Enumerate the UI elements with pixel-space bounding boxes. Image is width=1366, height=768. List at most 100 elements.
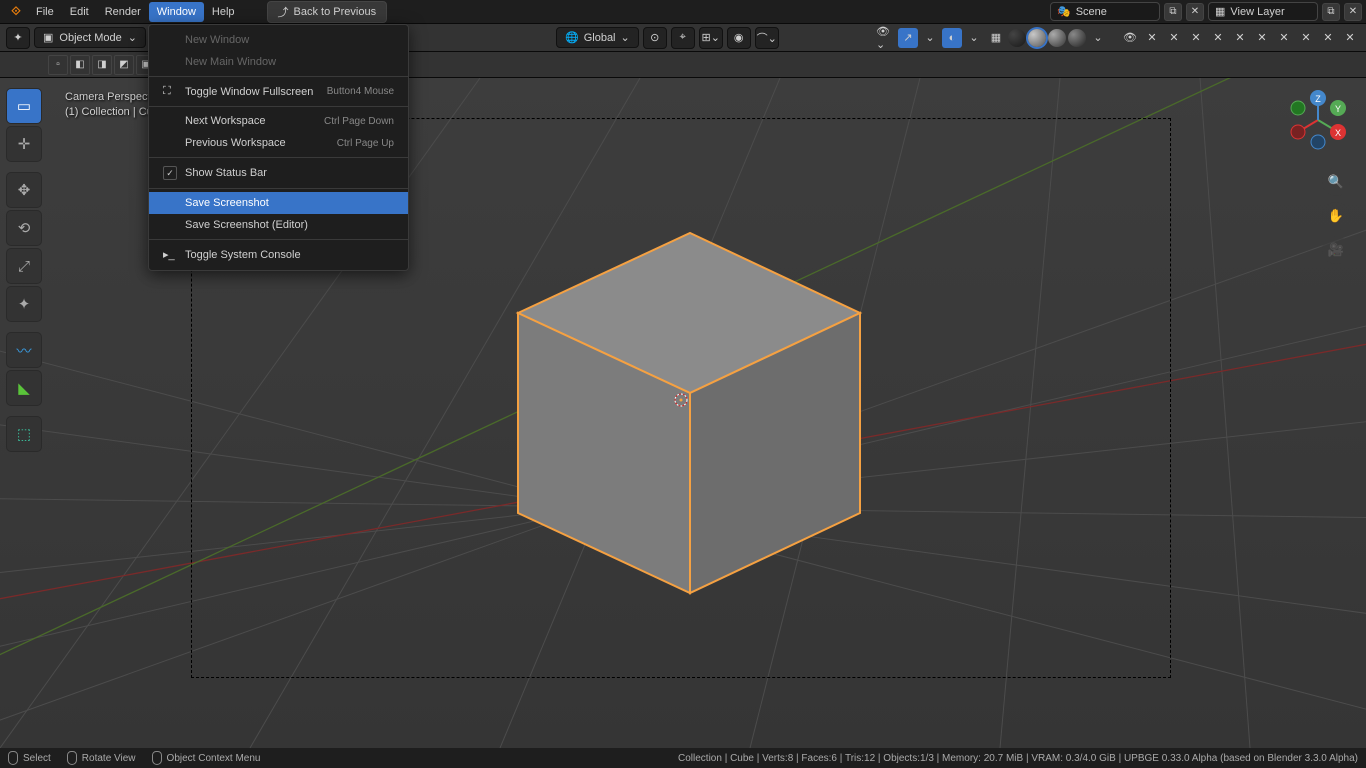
pivot-button[interactable]: ⊙ [643,27,667,49]
delete-scene-button[interactable]: ✕ [1186,3,1204,21]
svg-text:Z: Z [1315,94,1321,104]
menu-toggle-fullscreen[interactable]: ⛶Toggle Window FullscreenButton4 Mouse [149,80,408,103]
shading-rendered[interactable] [1068,29,1086,47]
proportional-toggle[interactable]: ◉ [727,27,751,49]
mouse-middle-icon [67,751,77,765]
orientation-selector[interactable]: 🌐 Global ⌄ [556,27,639,48]
menu-separator [149,157,408,158]
tool-rotate[interactable]: ⟲ [6,210,42,246]
tool-cursor[interactable]: ✛ [6,126,42,162]
new-viewlayer-button[interactable]: ⧉ [1322,3,1340,21]
snap-options[interactable]: ⊞⌄ [699,27,723,49]
gizmos-toggle[interactable]: ↗ [898,28,918,48]
fullscreen-icon: ⛶ [163,85,177,98]
viewport-eye-icon[interactable]: 👁 [1120,28,1140,48]
select-mode-2[interactable]: ◧ [70,55,90,75]
navigation-gizmo[interactable]: X Y Z [1286,88,1350,152]
menu-previous-workspace[interactable]: Previous WorkspaceCtrl Page Up [149,132,408,154]
chevron-down-icon: ⌄ [128,31,137,44]
menu-new-window[interactable]: New Window [149,29,408,51]
shading-wireframe[interactable] [1008,29,1026,47]
hand-icon: ✋ [1328,208,1344,224]
checkbox-icon [163,166,177,180]
gizmos-dropdown[interactable]: ⌄ [920,28,940,48]
left-toolbar: ▭ ✛ ✥ ⟲ ⤢ ✦ 〰 ◣ ⬚ [6,88,42,452]
select-mode-3[interactable]: ◨ [92,55,112,75]
mode-label: Object Mode [59,32,121,44]
viewlayer-icon: ▦ [1215,5,1225,18]
scene-selector[interactable]: 🎭 Scene [1050,2,1160,21]
back-to-previous-button[interactable]: ⤴ Back to Previous [267,1,388,23]
status-rotate: Rotate View [67,751,136,765]
tool-transform[interactable]: ✦ [6,286,42,322]
restriction-5[interactable]: ✕ [1230,28,1250,48]
menubar: ⟐ File Edit Render Window Help ⤴ Back to… [0,0,1366,24]
menu-toggle-console[interactable]: ▸_Toggle System Console [149,243,408,266]
console-icon: ▸_ [163,248,177,261]
menu-show-status-bar[interactable]: Show Status Bar [149,161,408,185]
svg-text:Y: Y [1335,104,1341,114]
viewlayer-name: View Layer [1230,6,1284,18]
menu-separator [149,239,408,240]
restriction-9[interactable]: ✕ [1318,28,1338,48]
tool-annotate[interactable]: 〰 [6,332,42,368]
zoom-button[interactable]: 🔍 [1322,168,1350,196]
magnify-icon: 🔍 [1328,174,1344,190]
mouse-left-icon [8,751,18,765]
window-menu-dropdown: New Window New Main Window ⛶Toggle Windo… [148,24,409,271]
select-mode-1[interactable]: ▫ [48,55,68,75]
visibility-dropdown[interactable]: 👁⌄ [876,28,896,48]
mouse-right-icon [152,751,162,765]
tool-move[interactable]: ✥ [6,172,42,208]
tool-scale[interactable]: ⤢ [6,248,42,284]
shading-preview[interactable] [1048,29,1066,47]
status-context-menu: Object Context Menu [152,751,261,765]
3d-cursor-icon [672,391,690,409]
menu-save-screenshot-editor[interactable]: Save Screenshot (Editor) [149,214,408,236]
menu-render[interactable]: Render [97,2,149,22]
return-icon: ⤴ [278,4,289,20]
restriction-7[interactable]: ✕ [1274,28,1294,48]
mode-selector[interactable]: ▣ Object Mode ⌄ [34,27,146,48]
restriction-1[interactable]: ✕ [1142,28,1162,48]
delete-viewlayer-button[interactable]: ✕ [1344,3,1362,21]
tool-add-cube[interactable]: ⬚ [6,416,42,452]
default-cube[interactable] [510,223,870,603]
snap-toggle[interactable]: ⌖ [671,27,695,49]
restriction-8[interactable]: ✕ [1296,28,1316,48]
scene-name: Scene [1076,6,1107,18]
proportional-options[interactable]: ⌒⌄ [755,27,779,49]
restriction-10[interactable]: ✕ [1340,28,1360,48]
menu-new-main-window[interactable]: New Main Window [149,51,408,73]
status-select: Select [8,751,51,765]
viewport-nav-buttons: 🔍 ✋ 🎥 [1322,168,1350,264]
tool-measure[interactable]: ◣ [6,370,42,406]
scene-icon: 🎭 [1057,5,1071,18]
object-mode-icon: ▣ [43,31,53,44]
camera-view-button[interactable]: 🎥 [1322,236,1350,264]
menu-edit[interactable]: Edit [62,2,97,22]
svg-text:X: X [1335,128,1341,138]
menu-file[interactable]: File [28,2,62,22]
menu-help[interactable]: Help [204,2,243,22]
globe-icon: 🌐 [565,31,579,44]
restriction-2[interactable]: ✕ [1164,28,1184,48]
menu-window[interactable]: Window [149,2,204,22]
shading-solid[interactable] [1028,29,1046,47]
tool-select-box[interactable]: ▭ [6,88,42,124]
new-scene-button[interactable]: ⧉ [1164,3,1182,21]
editor-type-button[interactable]: ✦ [6,27,30,49]
overlays-toggle[interactable]: ◐ [942,28,962,48]
restriction-3[interactable]: ✕ [1186,28,1206,48]
app-logo-icon: ⟐ [8,4,24,20]
restriction-6[interactable]: ✕ [1252,28,1272,48]
pan-button[interactable]: ✋ [1322,202,1350,230]
select-mode-4[interactable]: ◩ [114,55,134,75]
restriction-4[interactable]: ✕ [1208,28,1228,48]
viewlayer-selector[interactable]: ▦ View Layer [1208,2,1318,21]
menu-next-workspace[interactable]: Next WorkspaceCtrl Page Down [149,110,408,132]
xray-toggle[interactable]: ▦ [986,28,1006,48]
menu-save-screenshot[interactable]: Save Screenshot [149,192,408,214]
shading-dropdown[interactable]: ⌄ [1088,28,1108,48]
overlays-dropdown[interactable]: ⌄ [964,28,984,48]
